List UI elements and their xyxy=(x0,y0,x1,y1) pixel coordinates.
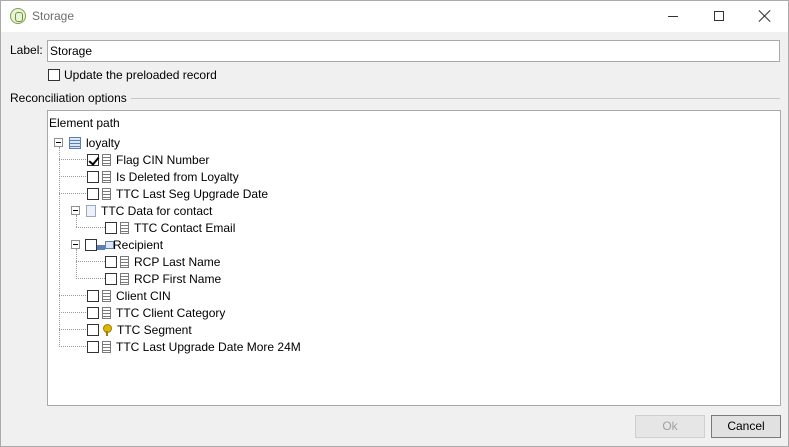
tree-node-label: RCP First Name xyxy=(134,271,222,286)
tree-node-label: RCP Last Name xyxy=(134,254,221,269)
app-logo-icon xyxy=(10,8,26,24)
key-icon xyxy=(102,323,112,336)
tree-connector xyxy=(59,295,88,296)
field-icon xyxy=(120,221,129,234)
cancel-button[interactable]: Cancel xyxy=(711,415,781,438)
tree-node-recipient[interactable]: Recipient xyxy=(71,236,163,253)
page-icon xyxy=(86,204,96,217)
tree-connector xyxy=(59,346,88,347)
field-icon xyxy=(120,272,129,285)
tree-node-label: TTC Segment xyxy=(117,322,192,337)
label-input[interactable] xyxy=(47,40,780,62)
element-tree[interactable]: Element path loyalty Flag CIN Number Is … xyxy=(47,110,781,406)
field-icon xyxy=(102,187,111,200)
tree-node-rcp-first-name[interactable]: RCP First Name xyxy=(105,270,221,287)
link-icon xyxy=(97,239,114,251)
tree-connector xyxy=(76,249,77,279)
collapse-toggle[interactable] xyxy=(71,240,80,249)
field-checkbox[interactable] xyxy=(87,170,99,183)
table-icon xyxy=(69,136,81,149)
tree-node-ttc-client-category[interactable]: TTC Client Category xyxy=(87,304,225,321)
tree-node-label: loyalty xyxy=(86,135,121,150)
tree-connector xyxy=(59,159,88,160)
tree-connector xyxy=(59,176,88,177)
tree-node-ttc-segment[interactable]: TTC Segment xyxy=(87,321,192,338)
tree-node-ttc-data-for-contact[interactable]: TTC Data for contact xyxy=(71,202,212,219)
tree-connector xyxy=(76,278,105,279)
tree-connector xyxy=(76,261,105,262)
close-button[interactable] xyxy=(742,1,788,32)
tree-node-label: TTC Data for contact xyxy=(101,203,213,218)
tree-node-label: TTC Last Upgrade Date More 24M xyxy=(116,339,301,354)
maximize-icon xyxy=(714,11,724,21)
tree-connector xyxy=(59,329,88,330)
tree-node-ttc-contact-email[interactable]: TTC Contact Email xyxy=(105,219,235,236)
tree-node-label: Recipient xyxy=(113,237,164,252)
ok-button[interactable]: Ok xyxy=(635,415,705,438)
tree-node-ttc-last-upgrade-date-more-24m[interactable]: TTC Last Upgrade Date More 24M xyxy=(87,338,301,355)
field-checkbox[interactable] xyxy=(87,187,99,200)
reconciliation-options-label: Reconciliation options xyxy=(10,91,131,105)
tree-node-label: Is Deleted from Loyalty xyxy=(116,169,239,184)
tree-node-label: TTC Client Category xyxy=(116,305,226,320)
tree-connector xyxy=(59,193,88,194)
close-icon xyxy=(758,9,772,23)
field-checkbox[interactable] xyxy=(87,323,99,336)
tree-node-client-cin[interactable]: Client CIN xyxy=(87,287,171,304)
field-checkbox[interactable] xyxy=(87,289,99,302)
tree-node-label: Client CIN xyxy=(116,288,171,303)
title-bar: Storage xyxy=(1,1,788,32)
field-checkbox[interactable] xyxy=(105,272,117,285)
field-checkbox[interactable] xyxy=(87,153,99,166)
field-icon xyxy=(102,289,111,302)
window-title: Storage xyxy=(32,9,75,23)
storage-dialog: Storage Label: Update the preloaded reco… xyxy=(0,0,789,447)
field-checkbox[interactable] xyxy=(85,238,97,251)
field-icon xyxy=(102,170,111,183)
update-preloaded-row[interactable]: Update the preloaded record xyxy=(48,68,217,82)
collapse-toggle[interactable] xyxy=(71,206,80,215)
collapse-toggle[interactable] xyxy=(54,138,63,147)
field-checkbox[interactable] xyxy=(105,221,117,234)
field-icon xyxy=(102,340,111,353)
tree-node-label: TTC Last Seg Upgrade Date xyxy=(116,186,269,201)
tree-connector xyxy=(59,147,60,347)
label-caption: Label: xyxy=(10,43,43,57)
ok-button-label: Ok xyxy=(662,419,678,433)
field-checkbox[interactable] xyxy=(87,306,99,319)
update-preloaded-checkbox[interactable] xyxy=(48,69,60,81)
field-icon xyxy=(102,153,111,166)
field-icon xyxy=(120,255,129,268)
tree-node-ttc-last-seg-upgrade-date[interactable]: TTC Last Seg Upgrade Date xyxy=(87,185,268,202)
cancel-button-label: Cancel xyxy=(727,419,765,433)
minimize-icon xyxy=(668,16,678,17)
tree-connector xyxy=(76,227,105,228)
update-preloaded-label: Update the preloaded record xyxy=(64,68,217,82)
tree-node-rcp-last-name[interactable]: RCP Last Name xyxy=(105,253,220,270)
tree-connector xyxy=(59,312,88,313)
field-icon xyxy=(102,306,111,319)
maximize-button[interactable] xyxy=(696,1,742,32)
tree-node-loyalty[interactable]: loyalty xyxy=(54,134,120,151)
element-path-header: Element path xyxy=(49,116,120,130)
field-checkbox[interactable] xyxy=(105,255,117,268)
tree-node-label: Flag CIN Number xyxy=(116,152,210,167)
tree-node-is-deleted-from-loyalty[interactable]: Is Deleted from Loyalty xyxy=(87,168,239,185)
minimize-button[interactable] xyxy=(650,1,696,32)
tree-node-flag-cin-number[interactable]: Flag CIN Number xyxy=(87,151,209,168)
tree-node-label: TTC Contact Email xyxy=(134,220,236,235)
field-checkbox[interactable] xyxy=(87,340,99,353)
